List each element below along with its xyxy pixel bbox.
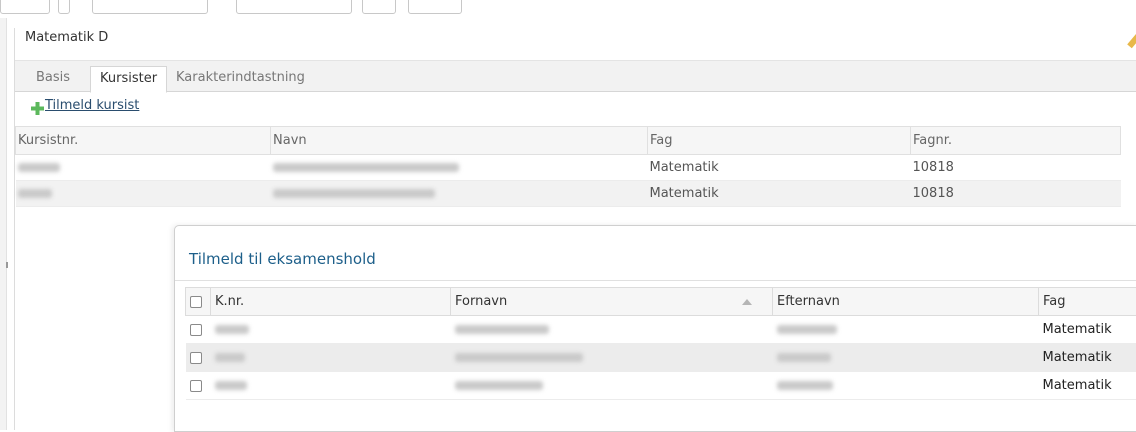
row-checkbox-cell	[186, 372, 211, 400]
table-row[interactable]: Matematik	[186, 344, 1136, 372]
row-checkbox-cell	[186, 316, 211, 344]
redacted-text	[777, 353, 831, 362]
tab-karakterindtastning[interactable]: Karakterindtastning	[167, 66, 314, 91]
top-toolbar	[0, 0, 1136, 18]
knr-cell	[211, 344, 451, 372]
sort-ascending-icon	[742, 299, 752, 305]
last-name-cell	[773, 372, 1039, 400]
row-checkbox[interactable]	[190, 324, 202, 336]
subject-cell: Matematik	[648, 181, 911, 207]
select-all-header	[186, 288, 211, 316]
column-header-fag[interactable]: Fag	[1039, 288, 1136, 316]
subject-cell: Matematik	[1039, 316, 1136, 344]
redacted-text	[777, 381, 833, 390]
column-header-knr[interactable]: K.nr.	[211, 288, 451, 316]
redacted-text	[215, 353, 245, 362]
redacted-text	[455, 381, 543, 390]
toolbar-input[interactable]	[58, 0, 70, 14]
dialog-title: Tilmeld til eksamenshold	[189, 250, 376, 268]
subject-number-cell: 10818	[911, 155, 1121, 181]
add-student-link[interactable]: Tilmeld kursist	[45, 98, 139, 113]
column-header-label: Fornavn	[455, 294, 507, 309]
column-header-fagnr[interactable]: Fagnr.	[911, 127, 1121, 155]
student-number-cell	[16, 181, 271, 207]
student-number-cell	[16, 155, 271, 181]
knr-cell	[211, 372, 451, 400]
tab-basis[interactable]: Basis	[27, 66, 79, 91]
toolbar-input[interactable]	[0, 0, 50, 14]
redacted-text	[777, 325, 837, 334]
redacted-text	[455, 353, 583, 362]
table-row[interactable]: Matematik	[186, 316, 1136, 344]
row-checkbox[interactable]	[190, 352, 202, 364]
resize-handle[interactable]	[6, 262, 8, 268]
redacted-text	[215, 381, 247, 390]
subject-cell: Matematik	[1039, 372, 1136, 400]
redacted-text	[18, 189, 52, 198]
redacted-text	[18, 163, 60, 172]
toolbar-button[interactable]	[408, 0, 462, 14]
last-name-cell	[773, 344, 1039, 372]
table-row[interactable]: Matematik 10818	[16, 155, 1121, 181]
redacted-text	[273, 189, 435, 198]
toolbar-input[interactable]	[236, 0, 352, 14]
column-header-fag[interactable]: Fag	[648, 127, 911, 155]
last-name-cell	[773, 316, 1039, 344]
subject-number-cell: 10818	[911, 181, 1121, 207]
left-gutter	[0, 18, 7, 430]
toolbar-button[interactable]	[362, 0, 396, 14]
student-name-cell	[271, 181, 648, 207]
column-header-efternavn[interactable]: Efternavn	[773, 288, 1039, 316]
panel-title: Matematik D	[25, 30, 108, 45]
tab-kursister[interactable]: Kursister	[90, 66, 167, 93]
row-checkbox-cell	[186, 344, 211, 372]
student-name-cell	[271, 155, 648, 181]
select-all-checkbox[interactable]	[190, 296, 202, 308]
column-header-kursistnr[interactable]: Kursistnr.	[16, 127, 271, 155]
pencil-icon[interactable]	[1127, 34, 1136, 49]
column-header-navn[interactable]: Navn	[271, 127, 648, 155]
students-table: Kursistnr. Navn Fag Fagnr. Matematik 108…	[15, 126, 1121, 207]
first-name-cell	[451, 344, 773, 372]
first-name-cell	[451, 372, 773, 400]
tabs-bar: Basis Kursister Karakterindtastning	[15, 60, 1136, 92]
first-name-cell	[451, 316, 773, 344]
subject-cell: Matematik	[648, 155, 911, 181]
redacted-text	[273, 163, 459, 172]
table-row[interactable]: Matematik	[186, 372, 1136, 400]
divider	[175, 280, 1136, 281]
enroll-exam-dialog: Tilmeld til eksamenshold K.nr. Fornavn E…	[174, 225, 1136, 432]
table-row[interactable]: Matematik 10818	[16, 181, 1121, 207]
redacted-text	[455, 325, 549, 334]
subject-cell: Matematik	[1039, 344, 1136, 372]
row-checkbox[interactable]	[190, 380, 202, 392]
toolbar-input[interactable]	[92, 0, 208, 14]
column-header-fornavn[interactable]: Fornavn	[451, 288, 773, 316]
add-icon[interactable]	[31, 102, 44, 115]
knr-cell	[211, 316, 451, 344]
redacted-text	[215, 325, 249, 334]
exam-candidates-table: K.nr. Fornavn Efternavn Fag Matematik Ma…	[185, 287, 1136, 400]
